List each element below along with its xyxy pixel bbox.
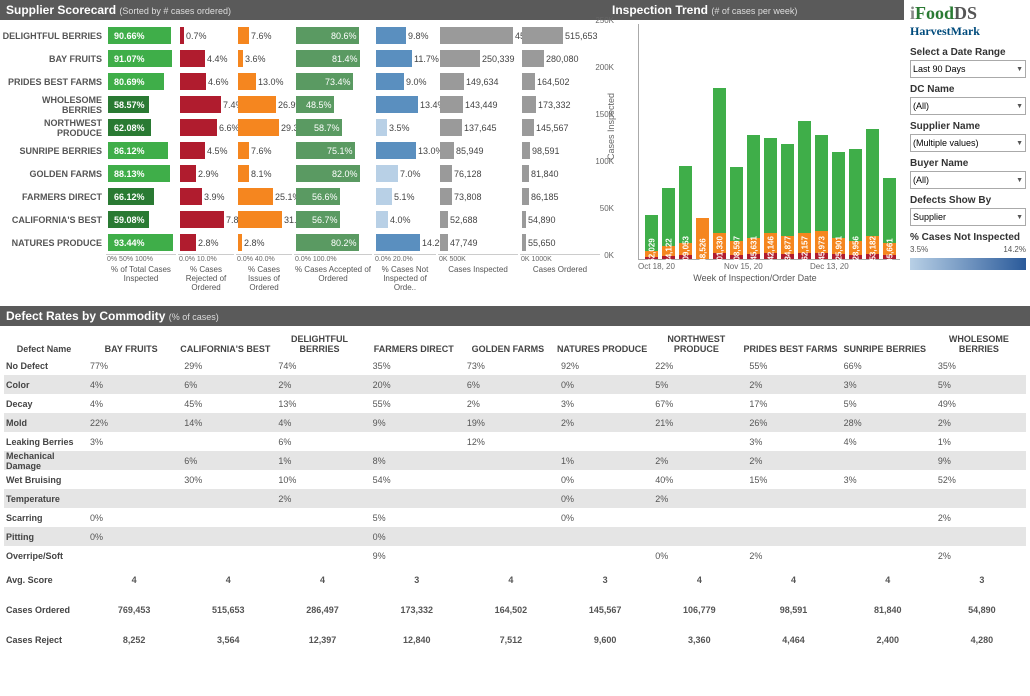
defect-title: Defect Rates by Commodity	[6, 309, 165, 323]
defect-col-header[interactable]: FARMERS DIRECT	[367, 344, 461, 354]
filter-defects-label: Defects Show By	[910, 195, 1026, 206]
chevron-down-icon: ▼	[1016, 214, 1023, 221]
defect-row: Pitting0%0%	[4, 527, 1026, 546]
trend-bar[interactable]: 48,526	[696, 218, 709, 259]
scorecard-row[interactable]: WHOLESOME BERRIES 58.57% 7.4% 26.9% 48.5…	[2, 93, 604, 116]
scorecard-subtitle: (Sorted by # cases ordered)	[119, 6, 231, 16]
col-header[interactable]: Cases Ordered	[520, 263, 600, 294]
trend-bar[interactable]: 201,330	[713, 88, 726, 259]
trend-ylabel: Cases Inspected	[606, 93, 616, 160]
chevron-down-icon: ▼	[1016, 66, 1023, 73]
filter-buyer-label: Buyer Name	[910, 158, 1026, 169]
supplier-name: BAY FRUITS	[2, 54, 106, 64]
defect-summary-row: Avg. Score4443434443	[4, 565, 1026, 595]
filter-date-label: Select a Date Range	[910, 47, 1026, 58]
chevron-down-icon: ▼	[1016, 177, 1023, 184]
defect-subtitle: (% of cases)	[169, 312, 219, 322]
trend-bar[interactable]: 145,973	[815, 135, 828, 259]
defect-col-header[interactable]: DELIGHTFUL BERRIES	[272, 334, 366, 354]
defect-row: Wet Bruising30%10%54%0%40%15%3%52%	[4, 470, 1026, 489]
supplier-name: CALIFORNIA'S BEST	[2, 215, 106, 225]
chevron-down-icon: ▼	[1016, 103, 1023, 110]
legend-label: % Cases Not Inspected	[910, 232, 1026, 243]
trend-bar[interactable]: 108,597	[730, 167, 743, 259]
defect-row: Mold22%14%4%9%19%2%21%26%28%2%	[4, 413, 1026, 432]
trend-header: Inspection Trend (# of cases per week)	[606, 0, 904, 20]
filter-supplier-label: Supplier Name	[910, 121, 1026, 132]
trend-chart[interactable]: 52,029 84,122 109,053 48,526 201,330 108,597 1…	[638, 24, 900, 260]
chevron-down-icon: ▼	[1016, 140, 1023, 147]
scorecard-row[interactable]: DELIGHTFUL BERRIES 90.66% 0.7% 7.6% 80.6…	[2, 24, 604, 47]
supplier-name: PRIDES BEST FARMS	[2, 77, 106, 87]
scorecard-title: Supplier Scorecard	[6, 3, 116, 17]
trend-bar[interactable]: 128,956	[849, 149, 862, 259]
scorecard-row[interactable]: FARMERS DIRECT 66.12% 3.9% 25.1% 56.6% 5…	[2, 185, 604, 208]
col-header[interactable]: % of Total Cases Inspected	[106, 263, 176, 294]
supplier-name: FARMERS DIRECT	[2, 192, 106, 202]
logo-ifoodds: iFoodDS	[910, 4, 1026, 22]
defect-header: Defect Rates by Commodity (% of cases)	[0, 306, 1030, 326]
defect-summary-row: Cases Ordered769,453515,653286,497173,33…	[4, 595, 1026, 625]
trend-subtitle: (# of cases per week)	[711, 6, 797, 16]
filter-dc-select[interactable]: (All)▼	[910, 97, 1026, 115]
trend-bar[interactable]: 162,157	[798, 121, 811, 259]
trend-bar[interactable]: 142,146	[764, 138, 777, 259]
defect-row: Scarring0%5%0%2%	[4, 508, 1026, 527]
trend-title: Inspection Trend	[612, 3, 708, 17]
trend-xlabel: Week of Inspection/Order Date	[610, 271, 900, 283]
filter-dc-label: DC Name	[910, 84, 1026, 95]
defect-col-header[interactable]: SUNRIPE BERRIES	[838, 344, 932, 354]
defect-row: Temperature2%0%2%	[4, 489, 1026, 508]
filter-buyer-select[interactable]: (All)▼	[910, 171, 1026, 189]
legend-gradient	[910, 258, 1026, 270]
defect-row: Color4%6%2%20%6%0%5%2%3%5%	[4, 375, 1026, 394]
defect-row: Leaking Berries3%6%12%3%4%1%	[4, 432, 1026, 451]
defect-col-header[interactable]: BAY FRUITS	[84, 344, 178, 354]
defect-col-header[interactable]: CALIFORNIA'S BEST	[178, 344, 272, 354]
filter-supplier-select[interactable]: (Multiple values)▼	[910, 134, 1026, 152]
scorecard-row[interactable]: CALIFORNIA'S BEST 59.08% 7.8% 31.5% 56.7…	[2, 208, 604, 231]
scorecard-row[interactable]: NORTHWEST PRODUCE 62.08% 6.6% 29.3% 58.7…	[2, 116, 604, 139]
supplier-name: NORTHWEST PRODUCE	[2, 118, 106, 138]
scorecard-row[interactable]: BAY FRUITS 91.07% 4.4% 3.6% 81.4% 11.7% …	[2, 47, 604, 70]
defect-col-header[interactable]: GOLDEN FARMS	[461, 344, 555, 354]
trend-bar[interactable]: 125,901	[832, 152, 845, 259]
defect-summary-row: Cases Reject8,2523,56412,39712,8407,5129…	[4, 625, 1026, 655]
logo-harvestmark: HarvestMark	[910, 24, 1026, 39]
supplier-name: GOLDEN FARMS	[2, 169, 106, 179]
trend-bar[interactable]: 109,053	[679, 166, 692, 259]
col-header[interactable]: % Cases Accepted of Ordered	[294, 263, 372, 294]
filter-date-select[interactable]: Last 90 Days▼	[910, 60, 1026, 78]
defect-row: Decay4%45%13%55%2%3%67%17%5%49%	[4, 394, 1026, 413]
defect-col-header[interactable]: NATURES PRODUCE	[555, 344, 649, 354]
col-header[interactable]: Cases Inspected	[438, 263, 518, 294]
trend-bar[interactable]: 95,661	[883, 178, 896, 259]
supplier-name: DELIGHTFUL BERRIES	[2, 31, 106, 41]
supplier-name: SUNRIPE BERRIES	[2, 146, 106, 156]
trend-bar[interactable]: 84,122	[662, 188, 675, 259]
scorecard-row[interactable]: SUNRIPE BERRIES 86.12% 4.5% 7.6% 75.1% 1…	[2, 139, 604, 162]
defect-col-header[interactable]: PRIDES BEST FARMS	[743, 344, 837, 354]
col-header[interactable]: % Cases Issues of Ordered	[236, 263, 292, 294]
scorecard-row[interactable]: NATURES PRODUCE 93.44% 2.8% 2.8% 80.2% 1…	[2, 231, 604, 254]
trend-bar[interactable]: 145,631	[747, 135, 760, 259]
trend-bar[interactable]: 153,182	[866, 129, 879, 259]
scorecard-header: Supplier Scorecard (Sorted by # cases or…	[0, 0, 606, 20]
supplier-name: NATURES PRODUCE	[2, 238, 106, 248]
defect-col-header[interactable]: WHOLESOME BERRIES	[932, 334, 1026, 354]
col-header[interactable]: % Cases Rejected of Ordered	[178, 263, 234, 294]
trend-bar[interactable]: 134,877	[781, 144, 794, 259]
supplier-name: WHOLESOME BERRIES	[2, 95, 106, 115]
trend-bar[interactable]: 52,029	[645, 215, 658, 259]
defect-row: No Defect77%29%74%35%73%92%22%55%66%35%	[4, 356, 1026, 375]
scorecard-row[interactable]: PRIDES BEST FARMS 80.69% 4.6% 13.0% 73.4…	[2, 70, 604, 93]
scorecard-row[interactable]: GOLDEN FARMS 88.13% 2.9% 8.1% 82.0% 7.0%…	[2, 162, 604, 185]
defect-row: Overripe/Soft9%0%2%2%	[4, 546, 1026, 565]
filter-defects-select[interactable]: Supplier▼	[910, 208, 1026, 226]
col-header[interactable]: % Cases Not Inspected of Orde..	[374, 263, 436, 294]
defect-col-header[interactable]: NORTHWEST PRODUCE	[649, 334, 743, 354]
defect-row: Mechanical Damage6%1%8%1%2%2%9%	[4, 451, 1026, 470]
